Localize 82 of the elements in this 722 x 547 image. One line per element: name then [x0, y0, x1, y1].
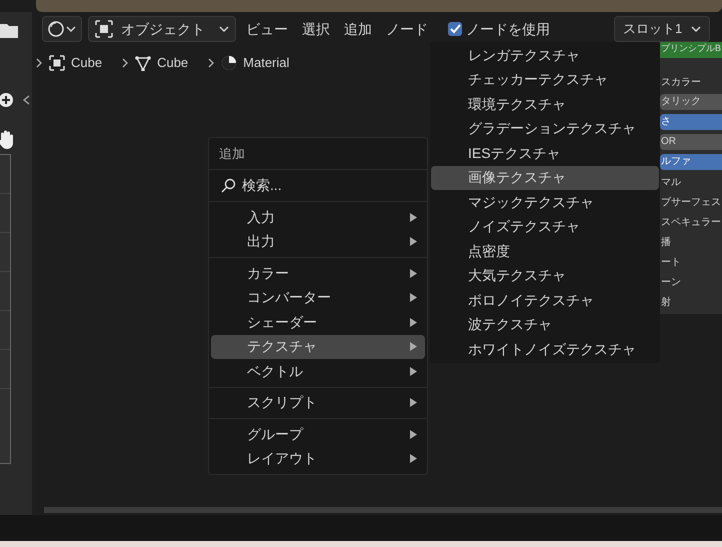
menu-item[interactable]: 追加 — [340, 18, 376, 40]
submenu-arrow-icon — [410, 212, 417, 222]
menu-item[interactable]: 入力 — [211, 205, 425, 230]
chevron-icon — [122, 58, 130, 68]
socket-label: 射 — [660, 296, 672, 310]
menu-item[interactable]: テクスチャ — [211, 334, 425, 359]
menu-item[interactable]: コンバーター — [211, 286, 425, 310]
slot-label: スロット1 — [623, 20, 684, 38]
submenu-arrow-icon — [410, 366, 417, 376]
use-nodes-checkbox[interactable]: ノードを使用 — [448, 18, 550, 40]
breadcrumb-item[interactable]: Material — [243, 53, 290, 73]
submenu-arrow-icon — [410, 268, 417, 278]
submenu-arrow-icon — [410, 398, 417, 408]
search-placeholder: 検索... — [242, 176, 282, 195]
chevron-icon — [36, 58, 43, 68]
check-icon — [450, 24, 460, 34]
submenu-arrow-icon — [410, 342, 417, 352]
mesh-icon — [135, 55, 152, 71]
menu-item[interactable]: グラデーションテクスチャ — [431, 116, 659, 141]
hand-icon[interactable] — [0, 130, 14, 150]
menu-item[interactable]: マジックテクスチャ — [431, 190, 659, 214]
menu-item[interactable]: カラー — [211, 261, 425, 286]
object-icon — [95, 20, 113, 38]
caret-icon — [219, 26, 229, 32]
caret-icon — [66, 26, 76, 32]
menu-item[interactable]: 選択 — [298, 18, 334, 40]
node-header: プリンシプルB — [660, 42, 722, 58]
menu-item[interactable]: 画像テクスチャ — [431, 166, 659, 190]
submenu-arrow-icon — [410, 454, 417, 464]
socket-label: マル — [660, 176, 682, 190]
node-field[interactable]: さ — [660, 114, 722, 130]
submenu-arrow-icon — [410, 237, 417, 246]
circle-icon — [48, 21, 64, 37]
checkbox[interactable] — [448, 22, 462, 36]
menu-item[interactable]: ホワイトノイズテクスチャ — [431, 337, 659, 362]
submenu-arrow-icon — [410, 430, 417, 439]
menu-title: 追加 — [209, 138, 427, 170]
search-icon — [221, 178, 236, 193]
mode-label: オブジェクト — [121, 20, 206, 38]
socket-label: 播 — [660, 236, 672, 250]
menu-item[interactable]: レンガテクスチャ — [431, 43, 659, 68]
collapse-icon[interactable] — [23, 95, 30, 105]
search-field[interactable]: 検索... — [209, 170, 427, 202]
object-mode-dropdown[interactable]: オブジェクト — [88, 16, 236, 42]
add-icon[interactable] — [0, 92, 14, 108]
breadcrumb-item[interactable]: Cube — [157, 53, 188, 73]
menu-item[interactable]: 環境テクスチャ — [431, 92, 659, 116]
submenu-arrow-icon — [410, 293, 417, 302]
node-field[interactable]: ルファ — [660, 154, 722, 170]
menu-item[interactable]: ボロノイテクスチャ — [431, 288, 659, 312]
caret-icon — [691, 26, 701, 32]
editor-type-dropdown[interactable] — [42, 16, 82, 42]
menu-item[interactable]: スクリプト — [211, 390, 425, 415]
menu-item[interactable]: 波テクスチャ — [431, 312, 659, 337]
socket-label: スペキュラー — [660, 216, 722, 230]
menu-item[interactable]: チェッカーテクスチャ — [431, 68, 659, 92]
menu-item[interactable]: 大気テクスチャ — [431, 264, 659, 288]
socket-label: ブサーフェス — [660, 196, 722, 210]
menu-item[interactable]: 出力 — [211, 230, 425, 254]
menu-item[interactable]: レイアウト — [211, 446, 425, 471]
menu-item[interactable]: ベクトル — [211, 359, 425, 384]
slot-dropdown[interactable]: スロット1 — [614, 16, 710, 42]
chevron-icon — [208, 58, 216, 68]
material-sphere-icon — [221, 55, 238, 71]
menu-item[interactable]: ビュー — [242, 18, 292, 40]
menu-item[interactable]: グループ — [211, 422, 425, 446]
socket-label: ーン — [660, 276, 682, 290]
menu-item[interactable]: 点密度 — [431, 239, 659, 264]
menu-item[interactable]: シェーダー — [211, 310, 425, 334]
object-icon — [49, 55, 65, 71]
menu-item[interactable]: ノイズテクスチャ — [431, 214, 659, 239]
menu-item[interactable]: ノード — [382, 18, 432, 40]
socket-label: ート — [660, 256, 682, 270]
node-field[interactable]: タリック — [660, 94, 722, 110]
folder-icon[interactable] — [0, 22, 18, 38]
menu-item[interactable]: IESテクスチャ — [431, 141, 659, 166]
breadcrumb-item[interactable]: Cube — [71, 53, 102, 73]
socket-label: スカラー — [660, 76, 702, 90]
node-field[interactable]: OR — [660, 134, 722, 150]
checkbox-label: ノードを使用 — [466, 20, 550, 38]
submenu-arrow-icon — [410, 318, 417, 327]
scrollbar[interactable] — [44, 507, 722, 513]
